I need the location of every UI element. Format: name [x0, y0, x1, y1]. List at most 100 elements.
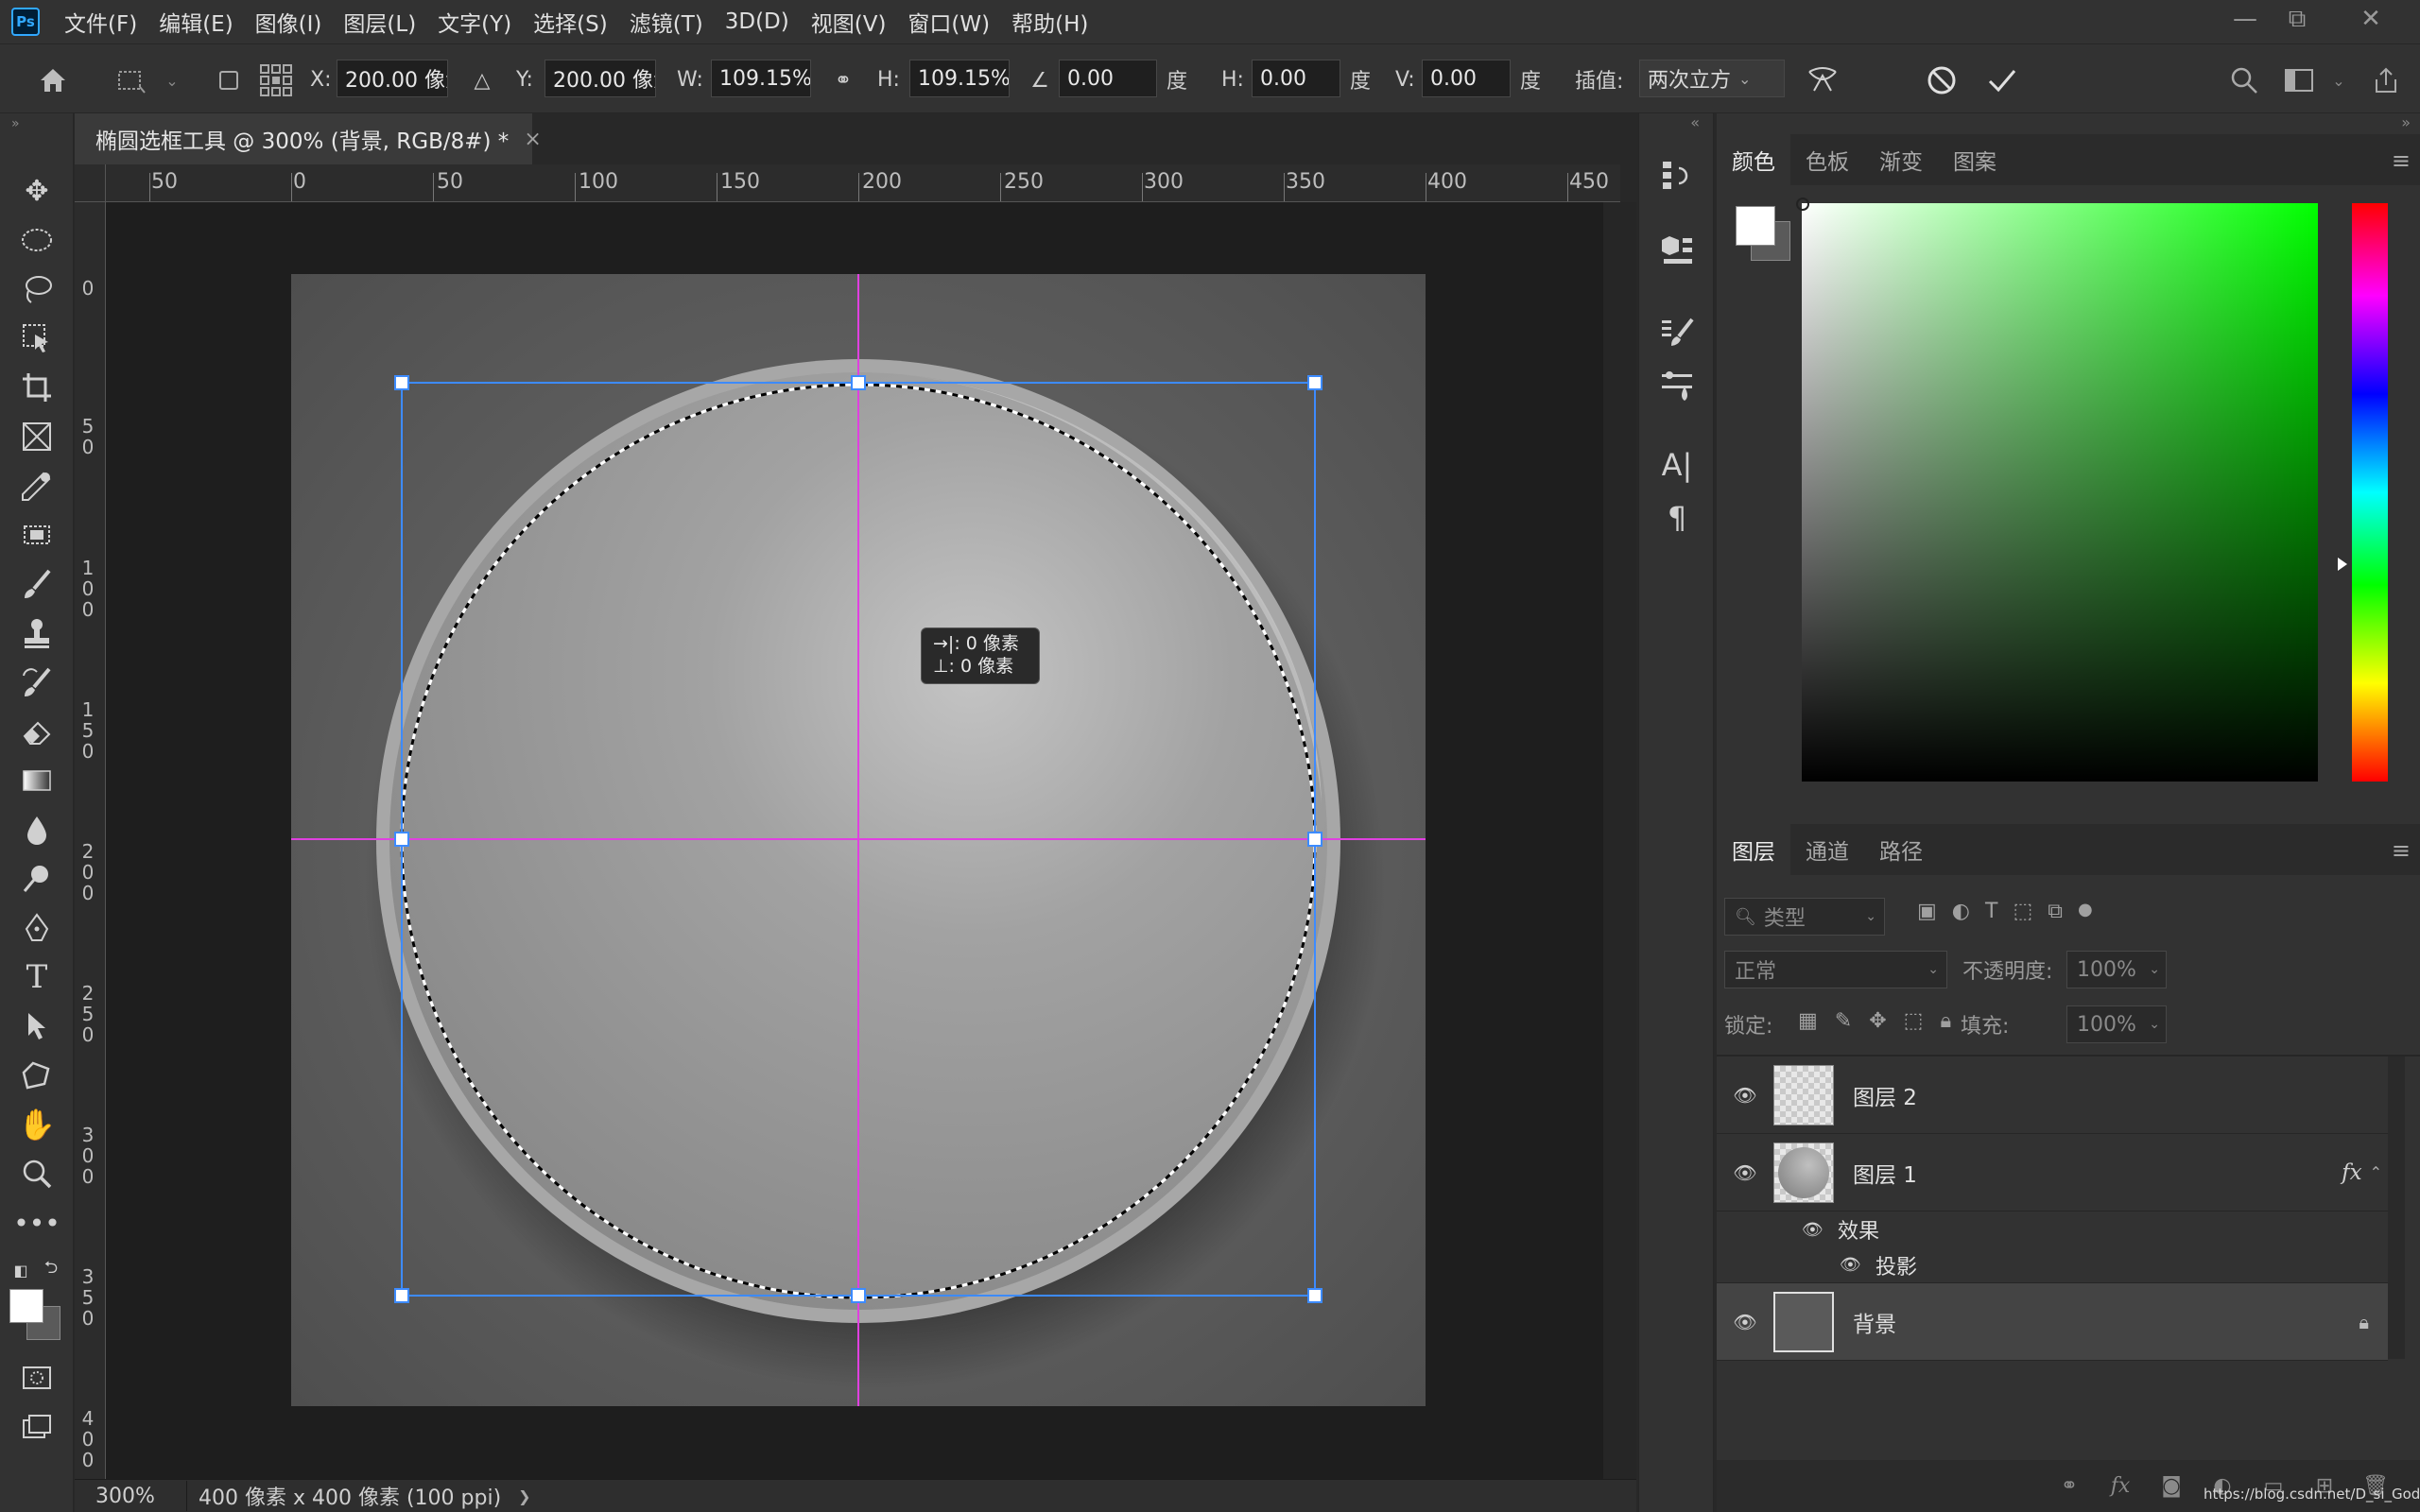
panel-foreground-swatch[interactable] [1736, 206, 1775, 246]
menu-select[interactable]: 选择(S) [533, 6, 608, 38]
reference-point-checkbox[interactable] [210, 61, 248, 99]
layer-filter-select[interactable]: 🔍︎ 类型 ⌄ [1724, 898, 1885, 936]
eraser-tool-icon[interactable] [11, 709, 62, 754]
lock-icon[interactable]: 🔒︎ [2359, 1311, 2369, 1333]
workspace-icon[interactable] [2280, 61, 2318, 99]
add-mask-icon[interactable]: ◙ [2146, 1474, 2197, 1498]
height-field[interactable]: 109.15% [909, 60, 1010, 97]
collapse-effects-icon[interactable]: ⌃ [2370, 1163, 2382, 1181]
brush-settings-icon[interactable] [1656, 312, 1698, 353]
tab-color[interactable]: 颜色 [1717, 134, 1790, 185]
swap-colors-icon[interactable]: ⮌ [38, 1257, 64, 1283]
lock-artboard-icon[interactable]: ⬚ [1904, 1009, 1924, 1033]
y-field[interactable]: 200.00 像素 [544, 60, 656, 97]
menu-help[interactable]: 帮助(H) [1011, 6, 1088, 38]
warp-mode-icon[interactable] [1804, 61, 1841, 99]
hue-slider[interactable] [2352, 203, 2388, 782]
menu-edit[interactable]: 编辑(E) [159, 6, 233, 38]
brush-tool-icon[interactable] [11, 561, 62, 607]
brushes-panel-icon[interactable] [1656, 365, 1698, 406]
skew-h-field[interactable]: 0.00 [1252, 60, 1340, 97]
lasso-tool-icon[interactable] [11, 266, 62, 312]
screen-mode-icon[interactable] [11, 1404, 62, 1450]
transform-handle-left[interactable] [394, 832, 409, 847]
effect-item-row[interactable]: 👁︎ 投影 [1717, 1247, 2388, 1283]
filter-type-icon[interactable]: T [1985, 900, 1997, 923]
minimize-button[interactable]: — [2217, 0, 2273, 38]
shape-tool-icon[interactable] [11, 1053, 62, 1098]
crop-tool-icon[interactable] [11, 365, 62, 410]
layer-row[interactable]: 👁︎ 图层 2 [1717, 1057, 2388, 1134]
cancel-transform-icon[interactable] [1923, 61, 1961, 99]
blend-mode-select[interactable]: 正常 ⌄ [1724, 951, 1947, 988]
vertical-ruler[interactable]: 0 50 100 150 200 250 300 350 400 [75, 202, 106, 1479]
link-layers-icon[interactable]: ⚭ [2044, 1474, 2095, 1498]
opacity-field[interactable]: 100% ⌄ [2066, 951, 2167, 988]
commit-transform-icon[interactable] [1983, 61, 2021, 99]
skew-v-field[interactable]: 0.00 [1422, 60, 1511, 97]
character-panel-icon[interactable]: A| [1656, 444, 1698, 486]
chevron-down-icon[interactable]: ⌄ [2320, 61, 2358, 99]
transform-handle-top[interactable] [851, 375, 866, 390]
clone-stamp-tool-icon[interactable] [11, 610, 62, 656]
frame-tool-icon[interactable] [11, 414, 62, 459]
expand-panels-icon[interactable]: » [2401, 113, 2411, 131]
menu-type[interactable]: 文字(Y) [438, 6, 511, 38]
elliptical-marquee-tool-icon[interactable] [11, 217, 62, 263]
status-menu-arrow-icon[interactable]: ❯ [518, 1487, 530, 1505]
path-selection-tool-icon[interactable] [11, 1004, 62, 1049]
filter-toggle-icon[interactable]: ● [2078, 900, 2093, 923]
eyedropper-tool-icon[interactable] [11, 463, 62, 508]
hand-tool-icon[interactable]: ✋ [11, 1102, 62, 1147]
menu-window[interactable]: 窗口(W) [908, 6, 990, 38]
tab-layers[interactable]: 图层 [1717, 824, 1790, 875]
width-field[interactable]: 109.15% [711, 60, 811, 97]
menu-filter[interactable]: 滤镜(T) [630, 6, 703, 38]
eye-icon[interactable]: 👁︎ [1802, 1220, 1838, 1240]
foreground-color-swatch[interactable] [9, 1289, 43, 1323]
eye-icon[interactable]: 👁︎ [1717, 1084, 1773, 1107]
ruler-corner[interactable] [75, 164, 106, 202]
filter-adjustment-icon[interactable]: ◐ [1952, 900, 1970, 923]
spot-healing-tool-icon[interactable] [11, 512, 62, 558]
filter-pixel-icon[interactable]: ▣ [1917, 900, 1937, 923]
gradient-tool-icon[interactable] [11, 758, 62, 803]
rotate-field[interactable]: 0.00 [1059, 60, 1157, 97]
restore-button[interactable]: ⧉ [2269, 0, 2325, 38]
eye-icon[interactable]: 👁︎ [1717, 1161, 1773, 1184]
panel-menu-icon[interactable]: ≡ [2392, 837, 2411, 864]
hue-slider-thumb[interactable] [2338, 558, 2347, 571]
lock-all-icon[interactable]: 🔒︎ [1940, 1009, 1951, 1033]
transform-tool-icon[interactable] [112, 61, 149, 99]
collapse-toolbar-icon[interactable]: » [11, 115, 62, 132]
more-tools-icon[interactable]: ••• [11, 1200, 62, 1246]
color-picker-cursor[interactable] [1796, 198, 1809, 211]
share-icon[interactable] [2367, 61, 2405, 99]
transform-handle-bottom-left[interactable] [394, 1288, 409, 1303]
layer-row-selected[interactable]: 👁︎ 背景 🔒︎ [1717, 1283, 2388, 1361]
layers-scrollbar[interactable] [2388, 1057, 2405, 1359]
layer-fx-badge[interactable]: fx [2342, 1160, 2361, 1185]
eye-icon[interactable]: 👁︎ [1717, 1311, 1773, 1333]
menu-file[interactable]: 文件(F) [64, 6, 137, 38]
menu-layer[interactable]: 图层(L) [343, 6, 416, 38]
menu-3d[interactable]: 3D(D) [725, 9, 789, 34]
reference-point-grid-icon[interactable] [257, 61, 295, 99]
3d-panel-icon[interactable] [1656, 229, 1698, 270]
transform-handle-top-left[interactable] [394, 375, 409, 390]
history-panel-icon[interactable] [1656, 155, 1698, 197]
interpolation-select[interactable]: 两次立方 ⌄ [1639, 60, 1785, 97]
menu-image[interactable]: 图像(I) [255, 6, 322, 38]
x-field[interactable]: 200.00 像素 [337, 60, 448, 97]
link-icon[interactable]: ⚭ [824, 61, 862, 99]
relative-position-icon[interactable]: △ [463, 61, 501, 99]
pen-tool-icon[interactable] [11, 905, 62, 951]
tab-patterns[interactable]: 图案 [1938, 134, 2012, 185]
paragraph-panel-icon[interactable]: ¶ [1656, 497, 1698, 539]
chevron-down-icon[interactable]: ⌄ [153, 61, 191, 99]
dodge-tool-icon[interactable] [11, 856, 62, 902]
transform-handle-bottom-right[interactable] [1307, 1288, 1322, 1303]
tab-paths[interactable]: 路径 [1864, 824, 1938, 875]
type-tool-icon[interactable]: T [11, 954, 62, 1000]
quick-mask-icon[interactable] [11, 1355, 62, 1400]
